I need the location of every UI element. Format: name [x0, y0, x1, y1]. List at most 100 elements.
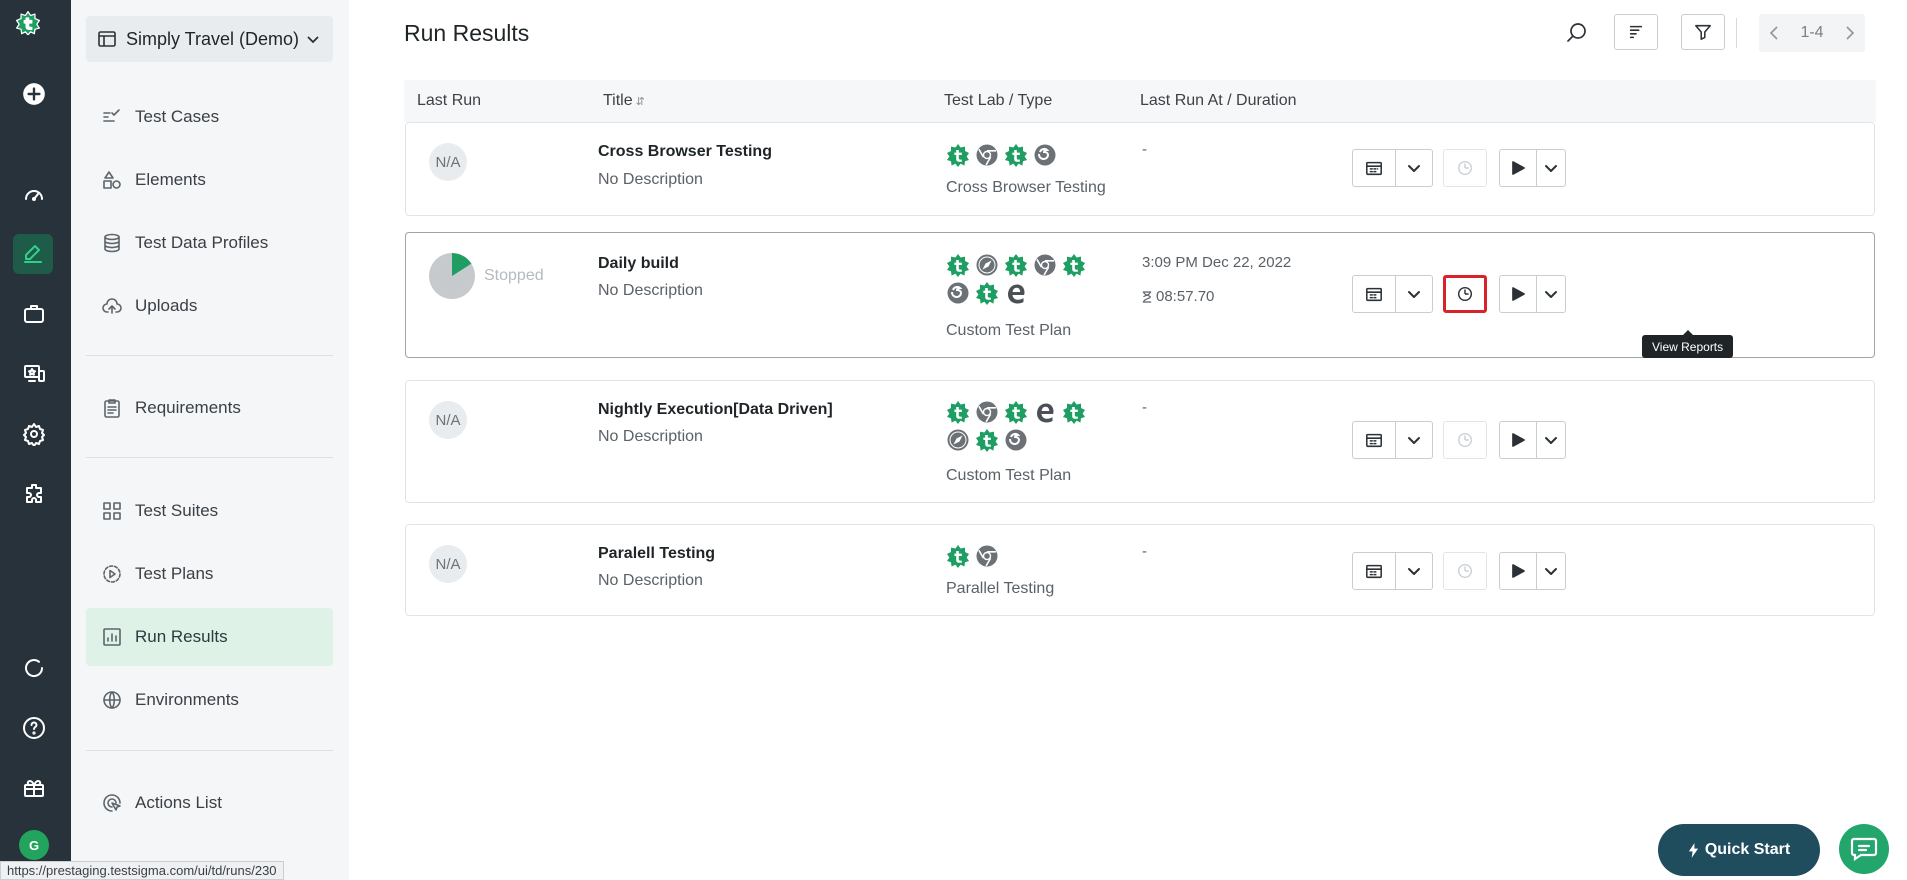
sidebar-item-label: Environments — [135, 690, 239, 709]
row-title[interactable]: Paralell Testing — [598, 545, 715, 563]
sidebar-item-elements[interactable]: Elements — [86, 151, 333, 209]
cloud-upload-icon — [102, 298, 122, 314]
test-lab-icons — [946, 143, 1106, 167]
row-title[interactable]: Cross Browser Testing — [598, 143, 772, 161]
last-run-at: - — [1142, 141, 1147, 158]
sidebar-item-run-results[interactable]: Run Results — [86, 608, 333, 666]
test-plan-type: Custom Test Plan — [946, 467, 1072, 484]
schedule-dropdown[interactable] — [1396, 150, 1432, 186]
sort-arrows-icon[interactable]: ⇵ — [636, 81, 645, 123]
create-edit-icon[interactable] — [13, 234, 53, 274]
run-button[interactable] — [1500, 150, 1537, 186]
lightning-icon — [1688, 842, 1698, 858]
testsigma-icon — [1062, 400, 1086, 424]
test-lab-icons — [946, 544, 1106, 568]
row-title[interactable]: Daily build — [598, 255, 679, 273]
calendar-icon — [1366, 564, 1382, 579]
workspace-name: Simply Travel (Demo) — [126, 28, 300, 49]
view-reports-button[interactable] — [1443, 421, 1487, 459]
test-lab-icons — [946, 400, 1106, 452]
schedule-button[interactable] — [1353, 150, 1396, 186]
report-clock-icon — [1457, 432, 1473, 448]
testsigma-icon — [946, 400, 970, 424]
test-cases-icon — [103, 109, 120, 122]
schedule-split-button — [1352, 149, 1433, 187]
schedule-button[interactable] — [1353, 553, 1396, 589]
sidebar-item-label: Test Suites — [135, 501, 219, 520]
devices-star-icon[interactable] — [20, 360, 48, 388]
search-button[interactable] — [1562, 18, 1592, 48]
edge-icon — [1033, 400, 1057, 424]
row-actions — [1352, 275, 1566, 313]
view-reports-button[interactable] — [1443, 275, 1487, 313]
addons-puzzle-icon[interactable] — [20, 480, 48, 508]
play-icon — [1512, 161, 1525, 175]
table-row[interactable]: N/A Paralell Testing No Description Para… — [405, 524, 1875, 616]
row-title[interactable]: Nightly Execution[Data Driven] — [598, 401, 833, 419]
run-button[interactable] — [1500, 276, 1537, 312]
run-button[interactable] — [1500, 422, 1537, 458]
calendar-icon — [1366, 161, 1382, 176]
safari-icon — [946, 428, 970, 452]
testsigma-icon — [1062, 253, 1086, 277]
calendar-icon — [1366, 287, 1382, 302]
run-dropdown[interactable] — [1537, 553, 1565, 589]
run-dropdown[interactable] — [1537, 150, 1565, 186]
schedule-dropdown[interactable] — [1396, 422, 1432, 458]
add-icon[interactable] — [20, 80, 48, 108]
sidebar-item-test-cases[interactable]: Test Cases — [86, 88, 333, 146]
sidebar-item-requirements[interactable]: Requirements — [86, 379, 333, 437]
elements-icon — [103, 171, 121, 189]
schedule-button[interactable] — [1353, 422, 1396, 458]
schedule-button[interactable] — [1353, 276, 1396, 312]
testsigma-logo[interactable] — [16, 11, 40, 35]
filter-button[interactable] — [1681, 14, 1725, 50]
schedule-dropdown[interactable] — [1396, 553, 1432, 589]
sidebar-item-label: Test Plans — [135, 564, 214, 583]
page-title: Run Results — [404, 20, 530, 46]
briefcase-icon[interactable] — [20, 300, 48, 328]
sort-button[interactable] — [1614, 14, 1658, 50]
sidebar-item-uploads[interactable]: Uploads — [86, 277, 333, 335]
chevron-right-icon[interactable] — [1841, 25, 1857, 41]
run-dropdown[interactable] — [1537, 422, 1565, 458]
user-avatar[interactable]: G — [19, 830, 49, 860]
settings-icon[interactable] — [20, 420, 48, 448]
table-row[interactable]: N/A Nightly Execution[Data Driven] No De… — [405, 380, 1875, 503]
status-badge: N/A — [429, 545, 467, 583]
play-icon — [1512, 564, 1525, 578]
workspace-selector[interactable]: Simply Travel (Demo) — [86, 16, 333, 62]
sidebar-item-actions-list[interactable]: Actions List — [86, 774, 333, 832]
sidebar-item-label: Test Cases — [135, 107, 220, 126]
chrome-icon — [975, 400, 999, 424]
gift-icon[interactable] — [20, 774, 48, 802]
schedule-split-button — [1352, 275, 1433, 313]
workspace-icon — [98, 31, 116, 47]
sidebar-item-test-suites[interactable]: Test Suites — [86, 482, 333, 540]
sidebar-item-environments[interactable]: Environments — [86, 671, 333, 729]
chevron-left-icon[interactable] — [1767, 25, 1783, 41]
sort-icon — [1629, 25, 1643, 39]
run-button[interactable] — [1500, 553, 1537, 589]
sidebar-item-test-plans[interactable]: Test Plans — [86, 545, 333, 603]
column-last-run-at: Last Run At / Duration — [1140, 92, 1297, 109]
pagination: 1-4 — [1759, 14, 1865, 52]
column-title[interactable]: Title ⇵ — [603, 80, 645, 122]
run-dropdown[interactable] — [1537, 276, 1565, 312]
refresh-icon[interactable] — [20, 654, 48, 682]
view-reports-button[interactable] — [1443, 149, 1487, 187]
main-content: Run Results 1-4 Last Run Title ⇵ Test Lab… — [349, 0, 1907, 880]
schedule-dropdown[interactable] — [1396, 276, 1432, 312]
quick-start-button[interactable]: Quick Start — [1658, 824, 1820, 876]
sidebar-item-test-data-profiles[interactable]: Test Data Profiles — [86, 214, 333, 272]
column-test-lab: Test Lab / Type — [944, 92, 1053, 109]
help-icon[interactable] — [20, 714, 48, 742]
view-reports-button[interactable] — [1443, 552, 1487, 590]
quick-start-label: Quick Start — [1704, 841, 1791, 858]
clipboard-icon — [104, 399, 120, 418]
sidebar-item-label: Uploads — [135, 296, 198, 315]
chat-button[interactable] — [1839, 824, 1889, 874]
testsigma-icon — [975, 281, 999, 305]
table-row[interactable]: N/A Cross Browser Testing No Description… — [405, 122, 1875, 216]
dashboard-icon[interactable] — [20, 180, 48, 208]
